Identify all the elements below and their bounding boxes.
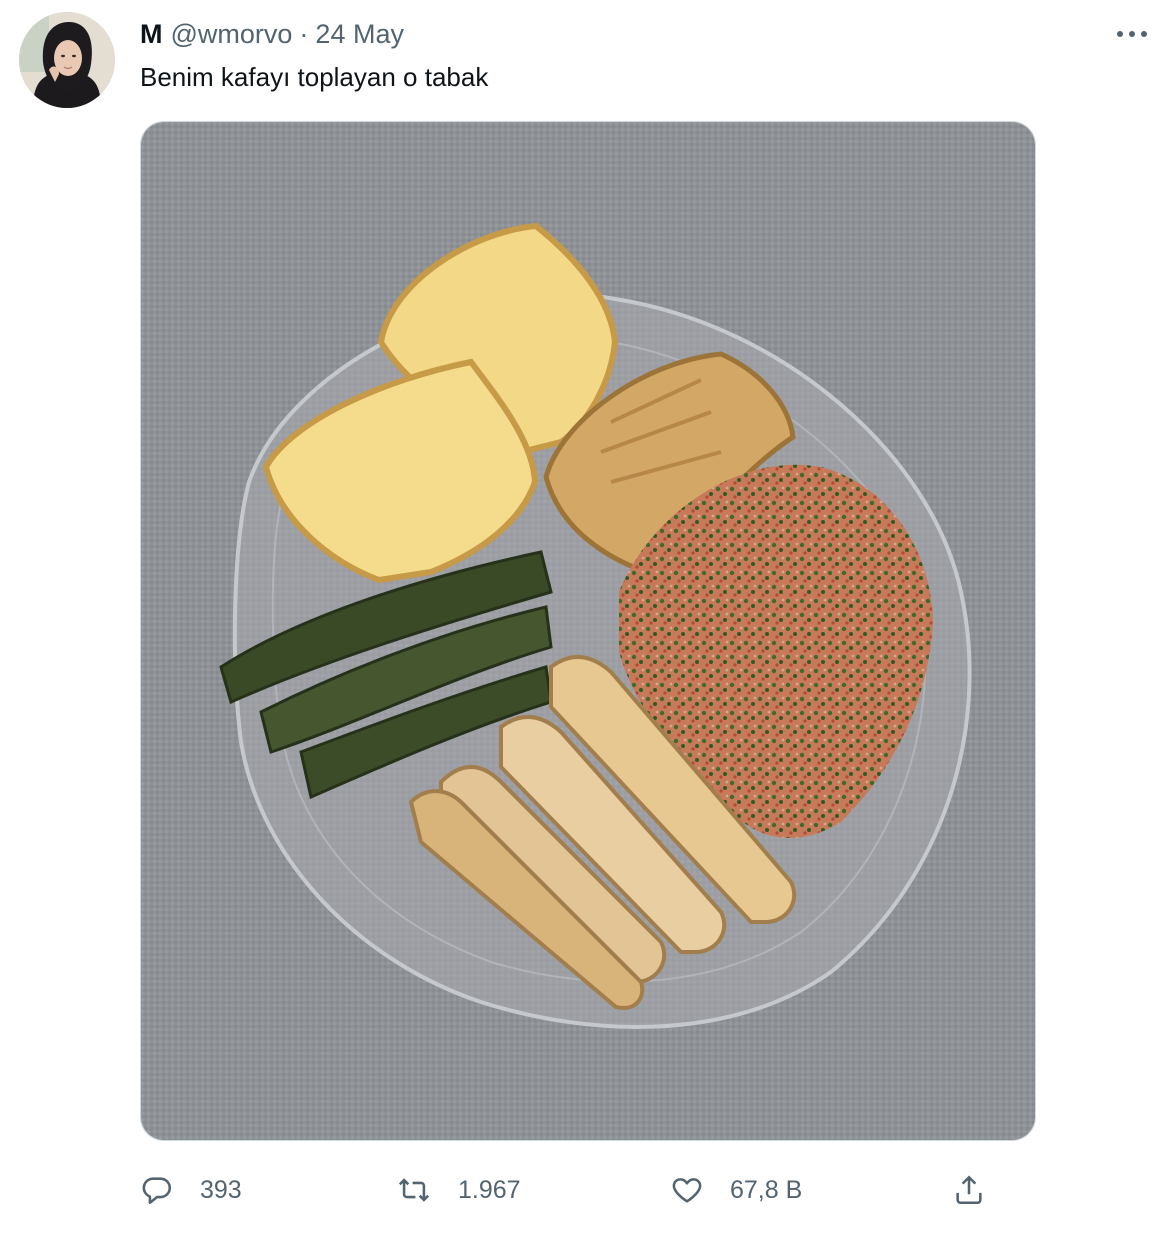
like-button[interactable]: 67,8 B	[670, 1168, 802, 1212]
avatar[interactable]	[19, 12, 115, 108]
tweet-photo[interactable]	[140, 121, 1036, 1141]
like-count: 67,8 B	[730, 1175, 803, 1204]
retweet-icon	[398, 1178, 430, 1202]
tweet: M @wmorvo · 24 May Benim kafayı toplayan…	[0, 0, 1174, 1252]
food-plate-photo	[141, 122, 1035, 1140]
reply-icon	[142, 1177, 172, 1205]
retweet-button[interactable]: 1.967	[396, 1168, 521, 1212]
heart-icon	[672, 1178, 702, 1203]
reply-count: 393	[200, 1175, 242, 1204]
share-button[interactable]	[952, 1168, 986, 1212]
action-bar: 393 1.967 67,8 B	[0, 1168, 1174, 1212]
author-name[interactable]: M	[140, 19, 163, 50]
retweet-count: 1.967	[458, 1175, 521, 1204]
tweet-header: M @wmorvo · 24 May	[140, 18, 404, 50]
reply-button[interactable]: 393	[140, 1168, 242, 1212]
tweet-date[interactable]: 24 May	[315, 19, 404, 50]
author-handle[interactable]: @wmorvo	[171, 19, 293, 50]
avatar-image	[19, 12, 115, 108]
share-icon	[956, 1175, 982, 1205]
more-icon[interactable]	[1112, 24, 1152, 44]
separator-dot: ·	[299, 18, 309, 49]
tweet-text: Benim kafayı toplayan o tabak	[140, 62, 489, 92]
